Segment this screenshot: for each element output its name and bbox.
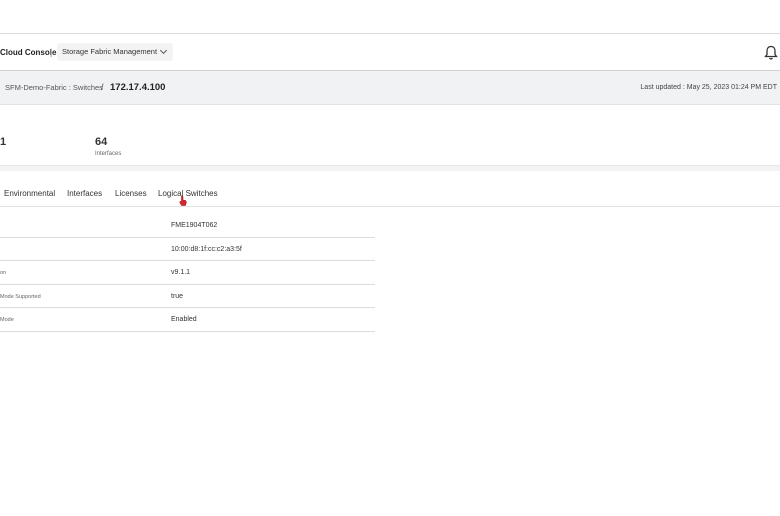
detail-key: on: [0, 270, 7, 276]
tab-logical-switches[interactable]: Logical Switches: [158, 189, 218, 198]
detail-value: FME1904T062: [171, 222, 218, 229]
switch-details-table: FME1904T062 10:00:d8:1f:cc:c2:a3:5f on v…: [0, 214, 375, 332]
header-separator: |: [50, 47, 53, 57]
detail-key: Mode Supported: [0, 293, 41, 300]
tab-environmental[interactable]: Environmental: [4, 189, 55, 198]
breadcrumb-bar: SFM-Demo-Fabric : Switches / 172.17.4.10…: [0, 71, 780, 105]
page-title: 172.17.4.100: [110, 82, 166, 93]
interfaces-label: Interfaces: [95, 151, 122, 157]
tab-interfaces[interactable]: Interfaces: [67, 189, 102, 198]
breadcrumb-separator: /: [101, 82, 104, 92]
table-row: 10:00:d8:1f:cc:c2:a3:5f: [0, 238, 375, 261]
detail-value: Enabled: [171, 316, 197, 323]
top-strip: [0, 0, 780, 33]
app-selector-label: Storage Fabric Management: [62, 47, 158, 56]
app-selector-dropdown[interactable]: Storage Fabric Management: [57, 43, 173, 61]
table-row: on v9.1.1: [0, 261, 375, 285]
stats-divider: [0, 165, 780, 171]
bell-icon[interactable]: [764, 45, 778, 61]
tab-bar: Environmental Interfaces Licenses Logica…: [0, 172, 780, 207]
detail-key: Mode: [0, 317, 14, 323]
stat-value-partial: 1: [0, 136, 7, 148]
tab-licenses[interactable]: Licenses: [115, 189, 147, 198]
chevron-down-icon: [159, 46, 168, 55]
table-row: FME1904T062: [0, 214, 375, 238]
interfaces-count: 64: [95, 136, 108, 148]
breadcrumb-parent-link[interactable]: SFM-Demo-Fabric : Switches: [5, 83, 103, 92]
detail-value: 10:00:d8:1f:cc:c2:a3:5f: [171, 245, 242, 253]
brand-name[interactable]: Cloud Console: [0, 48, 56, 57]
detail-value: v9.1.1: [171, 269, 191, 276]
hand-pointer-icon: [179, 195, 187, 206]
detail-value: true: [171, 292, 184, 300]
table-row: Mode Supported true: [0, 285, 375, 308]
table-row: Mode Enabled: [0, 308, 375, 332]
last-updated-text: Last updated : May 25, 2023 01:24 PM EDT: [640, 84, 777, 91]
app-header: Cloud Console | Storage Fabric Managemen…: [0, 33, 780, 71]
